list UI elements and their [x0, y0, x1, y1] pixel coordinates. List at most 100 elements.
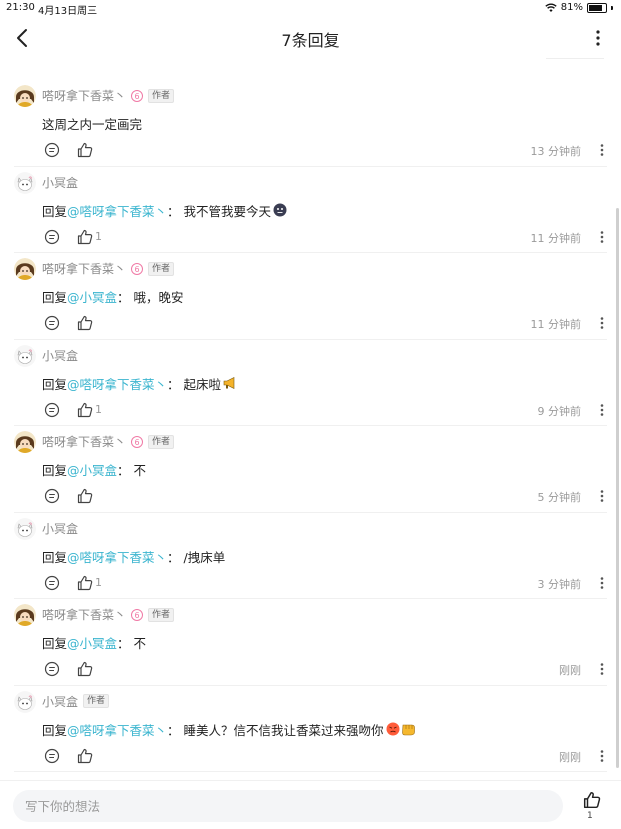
like-count: 1 — [95, 576, 102, 589]
avatar[interactable] — [14, 431, 36, 453]
avatar[interactable] — [14, 171, 36, 194]
comment-text: 我不管我要今天 — [183, 203, 272, 219]
reply-icon[interactable] — [44, 315, 60, 331]
mention-link[interactable]: @嗒呀拿下香菜丶 — [67, 201, 167, 220]
comment-header: 嗒呀拿下香菜丶 6 作者 — [42, 433, 175, 450]
comment-time: 3 分钟前 — [537, 577, 582, 591]
comment-time: 5 分钟前 — [537, 491, 582, 504]
username[interactable]: 小冥盒 — [42, 693, 78, 710]
comment-more-icon[interactable] — [600, 316, 604, 330]
avatar[interactable] — [14, 604, 36, 626]
username[interactable]: 小冥盒 — [42, 174, 78, 191]
like-icon[interactable] — [583, 791, 601, 809]
comment-more-icon[interactable] — [600, 143, 604, 157]
level-badge: 6 — [131, 262, 144, 275]
level-badge: 6 — [131, 608, 144, 621]
avatar[interactable] — [14, 258, 36, 280]
header-divider — [546, 58, 604, 59]
mention-link[interactable]: @小冥盒 — [67, 287, 117, 306]
comment-actions — [44, 488, 93, 504]
like-count: 1 — [95, 403, 102, 416]
comment-item[interactable]: 嗒呀拿下香菜丶 6 作者 回复 @小冥盒：不 5 分钟前 — [0, 426, 621, 513]
level-badge: 6 — [131, 89, 144, 102]
avatar[interactable] — [14, 85, 36, 107]
comment-header: 小冥盒 — [42, 347, 78, 364]
reply-separator: ： — [167, 549, 180, 565]
angry-fist-emoji-icon — [386, 722, 416, 736]
comment-actions: 1 — [44, 402, 102, 418]
comment-body: 回复 @小冥盒：哦，晚安 — [42, 287, 184, 306]
comment-item[interactable]: 小冥盒 回复 @嗒呀拿下香菜丶：我不管我要今天 1 11 分钟前 — [0, 167, 621, 253]
comment-header: 嗒呀拿下香菜丶 6 作者 — [42, 260, 175, 277]
comment-time: 刚刚 — [559, 750, 581, 764]
username[interactable]: 嗒呀拿下香菜丶 — [42, 87, 126, 104]
comment-item[interactable]: 小冥盒 回复 @嗒呀拿下香菜丶：起床啦 1 9 分钟前 — [0, 340, 621, 426]
reply-prefix: 回复 — [42, 463, 68, 478]
comment-more-icon[interactable] — [600, 576, 604, 590]
comment-more-icon[interactable] — [600, 489, 604, 503]
comment-item[interactable]: 嗒呀拿下香菜丶 6 作者 回复 @小冥盒：不刚刚 — [0, 599, 621, 686]
like-icon[interactable] — [77, 748, 93, 764]
username[interactable]: 嗒呀拿下香菜丶 — [42, 433, 126, 450]
username[interactable]: 小冥盒 — [42, 520, 78, 537]
comment-body: 回复 @嗒呀拿下香菜丶：睡美人？信不信我让香菜过来强吻你 — [42, 720, 416, 739]
author-badge: 作者 — [148, 88, 175, 103]
comment-item[interactable]: 小冥盒 回复 @嗒呀拿下香菜丶：/拽床单 1 3 分钟前 — [0, 513, 621, 599]
comment-actions — [44, 661, 93, 677]
comment-more-icon[interactable] — [600, 403, 604, 417]
status-right: 81% — [545, 2, 613, 13]
comment-actions — [44, 748, 93, 764]
username[interactable]: 小冥盒 — [42, 347, 78, 364]
reply-icon[interactable] — [44, 748, 60, 764]
reply-prefix: 回复 — [42, 549, 68, 565]
reply-icon[interactable] — [44, 575, 60, 591]
username[interactable]: 嗒呀拿下香菜丶 — [42, 260, 126, 277]
like-icon[interactable] — [77, 142, 93, 158]
comment-time: 9 分钟前 — [537, 404, 582, 418]
comment-text: 不 — [133, 463, 147, 478]
more-vertical-icon[interactable] — [595, 28, 601, 48]
avatar[interactable] — [14, 517, 36, 540]
divider — [14, 771, 607, 772]
page-title: 7条回复 — [281, 31, 340, 50]
comment-text: 睡美人？信不信我让香菜过来强吻你 — [183, 722, 384, 738]
comment-item[interactable]: 嗒呀拿下香菜丶 6 作者 这周之内一定画完 13 分钟前 — [0, 80, 621, 167]
comment-item[interactable]: 嗒呀拿下香菜丶 6 作者 回复 @小冥盒：哦，晚安 11 分钟前 — [0, 253, 621, 340]
author-badge: 作者 — [148, 607, 175, 622]
comment-more-icon[interactable] — [600, 230, 604, 244]
like-icon[interactable] — [77, 402, 93, 418]
comment-more-icon[interactable] — [600, 662, 604, 676]
mention-link[interactable]: @小冥盒 — [67, 460, 117, 479]
comment-list: 嗒呀拿下香菜丶 6 作者 这周之内一定画完 13 分钟前 小冥盒 回复 @嗒呀拿下香菜丶：我不… — [0, 80, 621, 772]
comment-more-icon[interactable] — [600, 749, 604, 763]
comment-header: 嗒呀拿下香菜丶 6 作者 — [42, 87, 175, 104]
comment-actions — [44, 315, 93, 331]
like-icon[interactable] — [77, 229, 93, 245]
reply-icon[interactable] — [44, 142, 60, 158]
like-icon[interactable] — [77, 575, 93, 591]
comment-time: 13 分钟前 — [530, 145, 582, 158]
comment-time: 刚刚 — [559, 664, 581, 677]
comment-input-wrapper[interactable] — [13, 790, 563, 822]
scrollbar[interactable] — [616, 208, 619, 768]
like-icon[interactable] — [77, 661, 93, 677]
battery-percent: 81% — [560, 2, 583, 13]
mention-link[interactable]: @嗒呀拿下香菜丶 — [67, 374, 167, 393]
like-icon[interactable] — [77, 315, 93, 331]
mention-link[interactable]: @小冥盒 — [67, 633, 117, 652]
reply-icon[interactable] — [44, 488, 60, 504]
comment-item[interactable]: 小冥盒 作者 回复 @嗒呀拿下香菜丶：睡美人？信不信我让香菜过来强吻你 刚刚 — [0, 686, 621, 772]
avatar[interactable] — [14, 344, 36, 367]
avatar[interactable] — [14, 690, 36, 713]
mention-link[interactable]: @嗒呀拿下香菜丶 — [67, 720, 167, 739]
comment-body: 这周之内一定画完 — [42, 114, 142, 133]
mention-link[interactable]: @嗒呀拿下香菜丶 — [67, 547, 167, 566]
reply-icon[interactable] — [44, 661, 60, 677]
username[interactable]: 嗒呀拿下香菜丶 — [42, 606, 126, 623]
comment-input[interactable] — [13, 790, 557, 822]
like-icon[interactable] — [77, 488, 93, 504]
reply-icon[interactable] — [44, 229, 60, 245]
bottom-bar: 1 — [0, 780, 621, 829]
reply-icon[interactable] — [44, 402, 60, 418]
level-badge: 6 — [131, 435, 144, 448]
